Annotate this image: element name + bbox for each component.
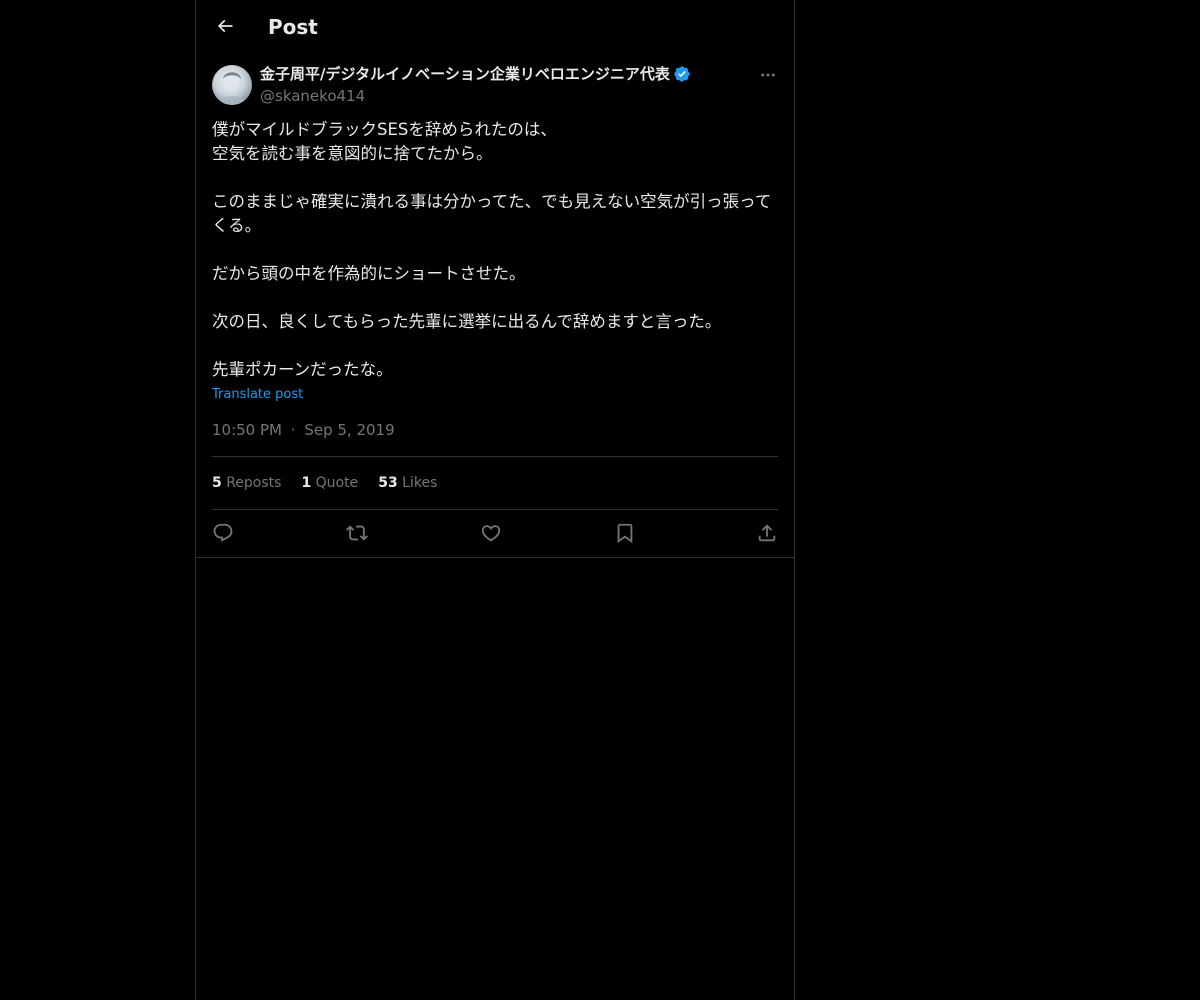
post-paragraph: だから頭の中を作為的にショートさせた。 (212, 264, 526, 283)
divider (212, 509, 778, 510)
avatar[interactable] (212, 65, 252, 105)
post-paragraph: 次の日、良くしてもらった先輩に選挙に出るんで辞めますと言った。 (212, 312, 722, 331)
author-handle[interactable]: @skaneko414 (260, 86, 365, 106)
quotes-label: Quote (315, 475, 359, 491)
author-display-name[interactable]: 金子周平/デジタルイノベーション企業リベロエンジニア代表 (260, 64, 670, 84)
repost-icon (346, 525, 368, 541)
divider (212, 456, 778, 457)
post-paragraph: このままじゃ確実に潰れる事は分かってた、でも見えない空気が引っ張ってくる。 (212, 192, 772, 235)
reply-icon (213, 523, 233, 542)
avatar-image (218, 72, 246, 105)
post-header: Post (196, 0, 794, 53)
post-date[interactable]: Sep 5, 2019 (304, 421, 394, 439)
post-bottom-border (196, 557, 794, 558)
quotes-stat[interactable]: 1 Quote (301, 473, 358, 493)
likes-label: Likes (402, 475, 438, 491)
repost-button[interactable] (346, 520, 376, 546)
more-horizontal-icon (761, 73, 775, 77)
author-name-row[interactable]: 金子周平/デジタルイノベーション企業リベロエンジニア代表 (260, 64, 691, 84)
like-icon (481, 525, 501, 542)
post-paragraph: 僕がマイルドブラックSESを辞められたのは、 空気を読む事を意図的に捨てたから。 (212, 120, 557, 163)
verified-badge-icon (674, 66, 690, 82)
engagement-stats: 5 Reposts 1 Quote 53 Likes (212, 473, 437, 493)
post-paragraph: 先輩ポカーンだったな。 (212, 360, 393, 379)
post-column: Post 金子周平/デジタルイノベーション企業リベロエンジニア代表 @skane… (195, 0, 795, 1000)
meta-separator: · (290, 421, 296, 439)
post-actions-bar (212, 520, 778, 546)
reposts-count: 5 (212, 475, 222, 491)
bookmark-icon (617, 523, 633, 544)
page-title: Post (268, 15, 318, 39)
post-text: 僕がマイルドブラックSESを辞められたのは、 空気を読む事を意図的に捨てたから。… (212, 118, 778, 382)
quotes-count: 1 (301, 475, 312, 491)
likes-stat[interactable]: 53 Likes (378, 473, 437, 493)
more-options-button[interactable] (756, 64, 780, 86)
back-arrow-icon (217, 19, 233, 33)
translate-post-link[interactable]: Translate post (212, 385, 303, 405)
like-button[interactable] (480, 520, 510, 546)
back-button[interactable] (208, 9, 242, 43)
reposts-label: Reposts (226, 475, 282, 491)
bookmark-button[interactable] (614, 520, 644, 546)
reposts-stat[interactable]: 5 Reposts (212, 473, 281, 493)
likes-count: 53 (378, 475, 398, 491)
share-button[interactable] (748, 520, 778, 546)
share-icon (758, 524, 776, 542)
post-time[interactable]: 10:50 PM (212, 421, 282, 439)
post-timestamp[interactable]: 10:50 PM · Sep 5, 2019 (212, 420, 395, 440)
reply-button[interactable] (212, 520, 242, 546)
